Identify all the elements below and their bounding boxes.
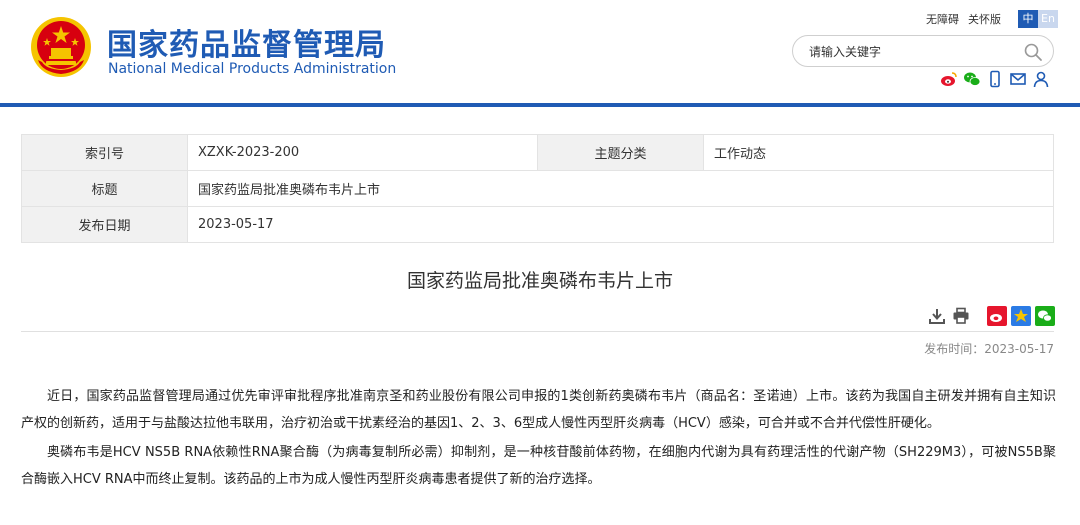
site-header: 国家药品监督管理局 National Medical Products Admi…	[0, 0, 1080, 104]
category-value: 工作动态	[703, 134, 1054, 171]
index-value: XZXK-2023-200	[187, 134, 538, 171]
social-links	[940, 70, 1050, 88]
article-paragraph: 近日，国家药品监督管理局通过优先审评审批程序批准南京圣和药业股份有限公司申报的1…	[21, 389, 1056, 431]
qzone-share-icon[interactable]	[1011, 306, 1031, 326]
header-divider	[0, 103, 1080, 107]
table-row: 发布日期 2023-05-17	[21, 206, 1054, 243]
table-row: 标题 国家药监局批准奥磷布韦片上市	[21, 170, 1054, 207]
weibo-icon[interactable]	[940, 70, 958, 88]
accessibility-link[interactable]: 无障碍	[926, 11, 959, 27]
lang-en-button[interactable]: En	[1038, 10, 1058, 28]
title-label: 标题	[21, 170, 188, 207]
weibo-share-icon[interactable]	[987, 306, 1007, 326]
publish-time: 发布时间：2023-05-17	[924, 342, 1054, 356]
download-icon[interactable]	[927, 306, 947, 326]
index-label: 索引号	[21, 134, 188, 171]
article-divider	[21, 331, 1054, 332]
top-links: 无障碍 关怀版 中 En	[926, 10, 1058, 28]
article-title: 国家药监局批准奥磷布韦片上市	[406, 270, 673, 292]
wechat-share-icon[interactable]	[1035, 306, 1055, 326]
mail-icon[interactable]	[1009, 70, 1027, 88]
care-mode-link[interactable]: 关怀版	[968, 11, 1001, 27]
article-tools	[927, 306, 1055, 326]
mobile-icon[interactable]	[986, 70, 1004, 88]
national-emblem-icon	[31, 17, 91, 77]
title-value: 国家药监局批准奥磷布韦片上市	[187, 170, 1054, 207]
category-label: 主题分类	[537, 134, 704, 171]
lang-zh-button[interactable]: 中	[1018, 10, 1038, 28]
search-input[interactable]	[809, 42, 1019, 62]
site-title-english[interactable]: National Medical Products Administration	[108, 61, 396, 77]
table-row: 索引号 XZXK-2023-200 主题分类 工作动态	[21, 134, 1054, 171]
date-value: 2023-05-17	[187, 206, 1054, 243]
user-icon[interactable]	[1032, 70, 1050, 88]
wechat-icon[interactable]	[963, 70, 981, 88]
date-label: 发布日期	[21, 206, 188, 243]
site-title[interactable]: 国家药品监督管理局	[107, 20, 386, 64]
language-switch: 中 En	[1018, 10, 1058, 28]
print-icon[interactable]	[951, 306, 971, 326]
search-box	[792, 35, 1054, 67]
article-paragraph: 奥磷布韦是HCV NS5B RNA依赖性RNA聚合酶（为病毒复制所必需）抑制剂，…	[21, 445, 1056, 487]
search-icon[interactable]	[1023, 42, 1043, 62]
info-table: 索引号 XZXK-2023-200 主题分类 工作动态 标题 国家药监局批准奥磷…	[21, 134, 1054, 243]
